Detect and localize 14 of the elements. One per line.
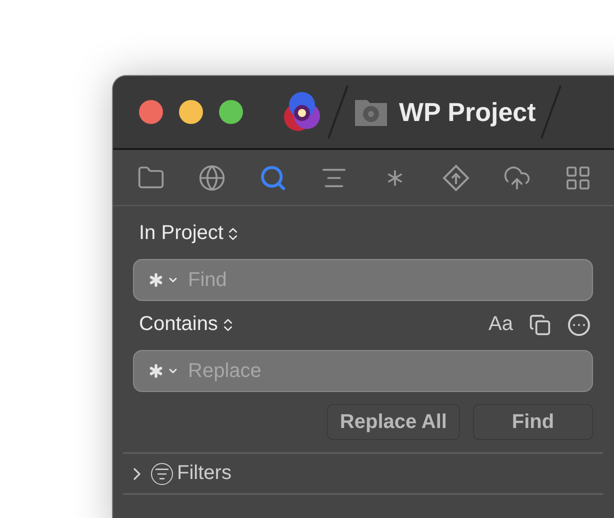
find-button[interactable]: Find bbox=[473, 404, 593, 440]
replace-all-button[interactable]: Replace All bbox=[326, 404, 460, 440]
match-popup[interactable]: Contains bbox=[133, 309, 242, 340]
filter-icon bbox=[151, 462, 173, 484]
filters-disclosure[interactable]: Filters bbox=[127, 454, 614, 493]
more-icon[interactable] bbox=[567, 312, 591, 336]
zoom-button[interactable] bbox=[219, 100, 243, 124]
app-logo-icon bbox=[281, 91, 323, 133]
match-case-button[interactable]: Aa bbox=[488, 313, 513, 336]
copy-icon[interactable] bbox=[529, 314, 551, 336]
minimize-button[interactable] bbox=[179, 100, 203, 124]
scope-popup[interactable]: In Project bbox=[133, 218, 248, 249]
window-title: WP Project bbox=[399, 96, 536, 128]
close-button[interactable] bbox=[139, 100, 163, 124]
